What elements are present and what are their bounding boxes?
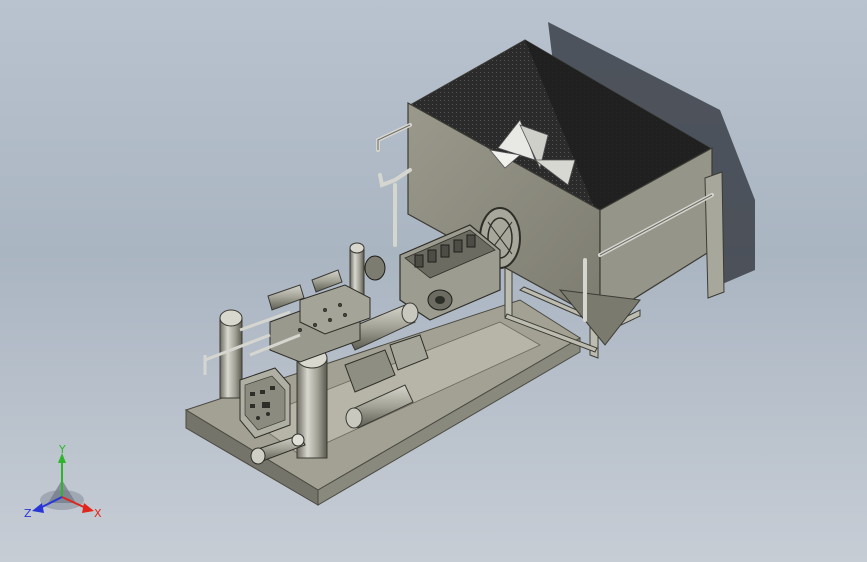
x-axis-arrow-icon — [82, 503, 94, 513]
coordinate-triad: Y X Z — [24, 445, 102, 520]
z-axis-arrow-icon — [32, 503, 44, 513]
x-axis-label: X — [94, 507, 102, 520]
3d-model-view[interactable] — [0, 0, 867, 562]
cad-viewport[interactable]: Y X Z — [0, 0, 867, 562]
z-axis-label: Z — [24, 507, 32, 520]
engine-block[interactable] — [364, 224, 501, 321]
control-panel[interactable] — [239, 367, 291, 439]
y-axis-label: Y — [58, 445, 66, 456]
